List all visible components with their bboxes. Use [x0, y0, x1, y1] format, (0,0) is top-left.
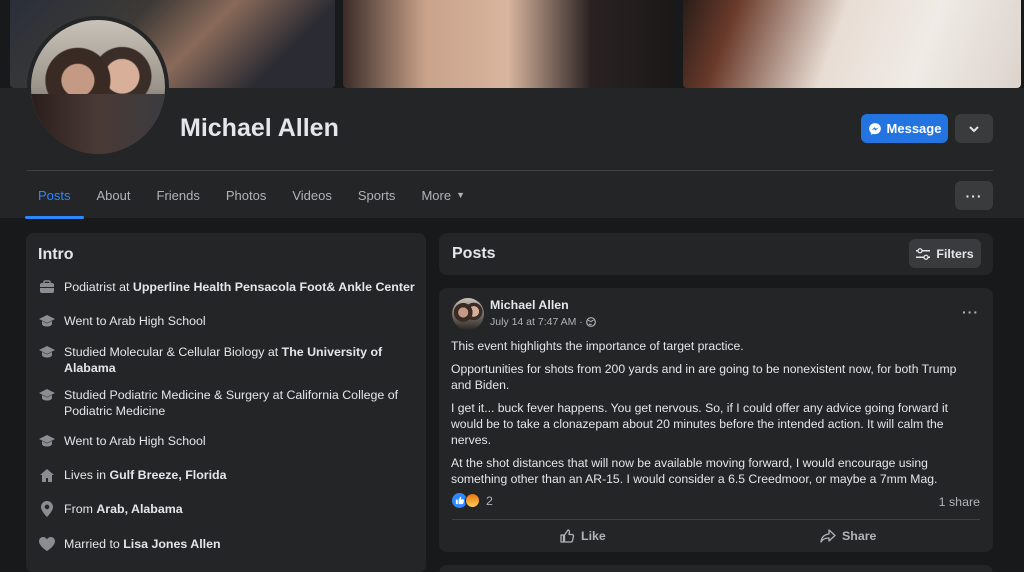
intro-title: Intro — [38, 246, 74, 263]
intro-link-spouse[interactable]: Lisa Jones Allen — [123, 537, 220, 551]
share-count[interactable]: 1 share — [939, 495, 980, 509]
ellipsis-icon: ··· — [962, 304, 979, 320]
post-paragraph: This event highlights the importance of … — [451, 339, 744, 353]
graduation-cap-icon — [38, 433, 56, 449]
graduation-cap-icon — [38, 313, 56, 329]
angry-reaction-icon — [465, 493, 480, 508]
more-options-button[interactable]: ··· — [955, 181, 993, 210]
globe-icon — [585, 317, 596, 327]
posts-title: Posts — [452, 245, 496, 262]
message-button[interactable]: Message — [861, 114, 948, 143]
caret-down-icon: ▼ — [456, 190, 465, 200]
intro-link-employer[interactable]: Upperline Health Pensacola Foot& Ankle C… — [133, 280, 415, 294]
post-card: Michael Allen July 14 at 7:47 AM · ··· T… — [439, 288, 993, 552]
post-timestamp[interactable]: July 14 at 7:47 AM · — [490, 316, 596, 328]
post-actions-divider — [452, 519, 980, 520]
tab-photos[interactable]: Photos — [213, 171, 279, 219]
posts-header-card: Posts Filters — [439, 233, 993, 275]
post-author-avatar[interactable] — [452, 298, 484, 330]
intro-item-work: Podiatrist at Upperline Health Pensacola… — [38, 279, 418, 295]
heart-icon — [38, 536, 56, 552]
post-paragraph: I get it... buck fever happens. You get … — [451, 401, 949, 447]
intro-item-education-4: Went to Arab High School — [38, 433, 418, 449]
share-label: Share — [842, 529, 877, 543]
message-button-label: Message — [886, 121, 942, 136]
filters-button[interactable]: Filters — [909, 239, 981, 268]
cover-photo-3[interactable] — [683, 0, 1021, 88]
intro-item-lives-in: Lives in Gulf Breeze, Florida — [38, 467, 418, 483]
home-icon — [38, 467, 56, 483]
graduation-cap-icon — [38, 344, 56, 360]
reaction-count: 2 — [486, 493, 493, 508]
post-options-button[interactable]: ··· — [962, 304, 979, 320]
reaction-summary[interactable]: 2 — [452, 493, 493, 508]
briefcase-icon — [38, 279, 56, 295]
post-paragraph: At the shot distances that will now be a… — [451, 456, 938, 486]
share-arrow-icon — [820, 529, 836, 543]
post-paragraph: Opportunities for shots from 200 yards a… — [451, 362, 957, 392]
tab-sports[interactable]: Sports — [345, 171, 409, 219]
intro-link-hometown[interactable]: Arab, Alabama — [96, 502, 182, 516]
post-author-name[interactable]: Michael Allen — [490, 298, 569, 312]
intro-item-education-2: Studied Molecular & Cellular Biology at … — [38, 344, 418, 376]
sliders-icon — [916, 247, 931, 260]
tab-videos[interactable]: Videos — [279, 171, 345, 219]
profile-tabs: Posts About Friends Photos Videos Sports… — [25, 171, 478, 219]
location-pin-icon — [38, 501, 56, 517]
cover-photo-2[interactable] — [343, 0, 673, 88]
tab-friends[interactable]: Friends — [144, 171, 213, 219]
like-button[interactable]: Like — [559, 528, 606, 544]
intro-card: Intro Podiatrist at Upperline Health Pen… — [26, 233, 426, 572]
ellipsis-icon: ··· — [965, 187, 983, 204]
thumbs-up-icon — [560, 529, 575, 543]
profile-dropdown-button[interactable] — [955, 114, 993, 143]
messenger-icon — [868, 122, 881, 135]
intro-item-education-1: Went to Arab High School — [38, 313, 418, 329]
filters-label: Filters — [936, 246, 974, 261]
intro-item-education-3: Studied Podiatric Medicine & Surgery at … — [38, 387, 418, 419]
profile-avatar[interactable] — [27, 16, 169, 158]
intro-link-current-city[interactable]: Gulf Breeze, Florida — [109, 468, 226, 482]
chevron-down-icon — [969, 125, 979, 132]
profile-name: Michael Allen — [180, 114, 339, 142]
tab-posts[interactable]: Posts — [25, 171, 84, 219]
share-button[interactable]: Share — [820, 528, 876, 544]
like-label: Like — [581, 529, 606, 543]
post-text: This event highlights the importance of … — [451, 338, 976, 494]
graduation-cap-icon — [38, 387, 56, 403]
next-post-card — [439, 565, 993, 572]
intro-item-from: From Arab, Alabama — [38, 501, 418, 517]
tab-more[interactable]: More ▼ — [408, 171, 478, 219]
intro-item-relationship: Married to Lisa Jones Allen — [38, 536, 418, 552]
tab-about[interactable]: About — [84, 171, 144, 219]
